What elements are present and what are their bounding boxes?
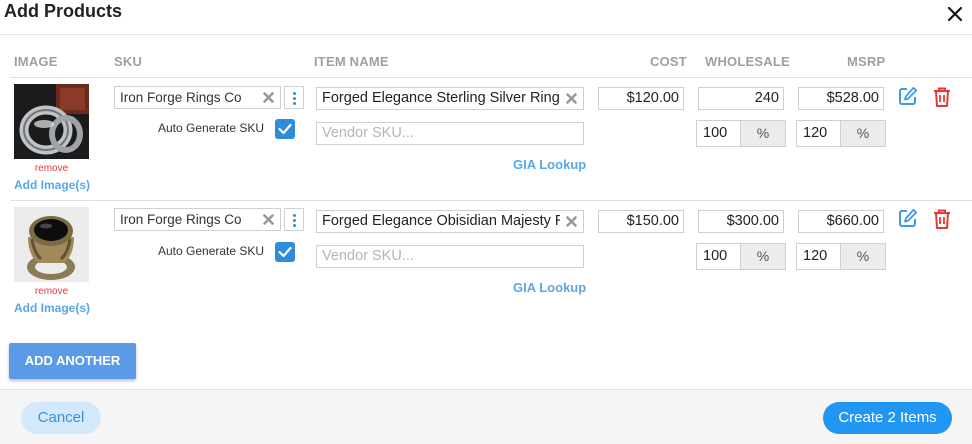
- item-name-value: Forged Elegance Obisidian Majesty Ring: [322, 213, 560, 229]
- wholesale-input[interactable]: $300.00: [698, 210, 784, 233]
- column-header-sku: SKU: [114, 54, 143, 69]
- sku-value: Iron Forge Rings Co: [120, 90, 242, 105]
- cost-input[interactable]: $120.00: [598, 87, 684, 110]
- gia-lookup-link[interactable]: GIA Lookup: [513, 280, 586, 295]
- close-icon[interactable]: [944, 3, 966, 25]
- checkmark-icon: [278, 123, 292, 135]
- wholesale-percent-group: 100 %: [696, 243, 786, 270]
- msrp-input[interactable]: $528.00: [798, 87, 884, 110]
- cost-input[interactable]: $150.00: [598, 210, 684, 233]
- dialog-header: Add Products: [0, 0, 972, 35]
- percent-addon: %: [740, 243, 786, 270]
- clear-x-icon[interactable]: [566, 93, 577, 104]
- gia-lookup-link[interactable]: GIA Lookup: [513, 157, 586, 172]
- product-image: [14, 84, 89, 159]
- row-divider: [10, 200, 972, 201]
- vendor-sku-input[interactable]: Vendor SKU...: [316, 122, 584, 145]
- sku-input[interactable]: Iron Forge Rings Co: [114, 208, 281, 231]
- wholesale-percent-input[interactable]: 100: [696, 120, 741, 147]
- add-images-link[interactable]: Add Image(s): [14, 301, 90, 315]
- item-name-value: Forged Elegance Sterling Silver Ring: [322, 90, 560, 106]
- sku-value: Iron Forge Rings Co: [120, 212, 242, 227]
- item-name-input[interactable]: Forged Elegance Sterling Silver Ring: [316, 87, 584, 110]
- wholesale-percent-group: 100 %: [696, 120, 786, 147]
- wholesale-percent-input[interactable]: 100: [696, 243, 741, 270]
- msrp-input[interactable]: $660.00: [798, 210, 884, 233]
- add-images-link[interactable]: Add Image(s): [14, 178, 90, 192]
- sku-input[interactable]: Iron Forge Rings Co: [114, 86, 281, 109]
- kebab-menu-icon[interactable]: [284, 86, 304, 109]
- column-header-image: IMAGE: [14, 54, 58, 69]
- msrp-percent-group: 120 %: [796, 243, 886, 270]
- dialog-title: Add Products: [4, 1, 123, 21]
- add-another-button[interactable]: ADD ANOTHER: [9, 343, 136, 379]
- percent-addon: %: [840, 243, 886, 270]
- percent-addon: %: [840, 120, 886, 147]
- auto-generate-sku-label: Auto Generate SKU: [158, 121, 265, 135]
- cancel-button[interactable]: Cancel: [21, 402, 101, 434]
- remove-image-link[interactable]: remove: [14, 163, 89, 174]
- kebab-menu-icon[interactable]: [284, 208, 304, 231]
- product-image: [14, 207, 89, 282]
- dialog-footer: Cancel Create 2 Items: [0, 389, 972, 444]
- create-items-button[interactable]: Create 2 Items: [823, 402, 952, 434]
- clear-x-icon[interactable]: [263, 92, 274, 103]
- msrp-percent-group: 120 %: [796, 120, 886, 147]
- column-header-wholesale: WHOLESALE: [705, 54, 790, 69]
- clear-x-icon[interactable]: [263, 214, 274, 225]
- column-header-msrp: MSRP: [847, 54, 886, 69]
- vendor-sku-input[interactable]: Vendor SKU...: [316, 245, 584, 268]
- item-name-input[interactable]: Forged Elegance Obisidian Majesty Ring: [316, 210, 584, 233]
- trash-icon[interactable]: [933, 87, 951, 107]
- edit-icon[interactable]: [898, 86, 918, 106]
- msrp-percent-input[interactable]: 120: [796, 243, 841, 270]
- edit-icon[interactable]: [898, 208, 918, 228]
- trash-icon[interactable]: [933, 209, 951, 229]
- checkmark-icon: [278, 246, 292, 258]
- column-header-item-name: ITEM NAME: [314, 54, 389, 69]
- auto-generate-sku-checkbox[interactable]: [275, 242, 295, 262]
- percent-addon: %: [740, 120, 786, 147]
- msrp-percent-input[interactable]: 120: [796, 120, 841, 147]
- auto-generate-sku-label: Auto Generate SKU: [158, 244, 265, 258]
- clear-x-icon[interactable]: [566, 216, 577, 227]
- header-divider: [10, 77, 972, 78]
- remove-image-link[interactable]: remove: [14, 286, 89, 297]
- auto-generate-sku-checkbox[interactable]: [275, 119, 295, 139]
- wholesale-input[interactable]: 240: [698, 87, 784, 110]
- column-header-cost: COST: [650, 54, 687, 69]
